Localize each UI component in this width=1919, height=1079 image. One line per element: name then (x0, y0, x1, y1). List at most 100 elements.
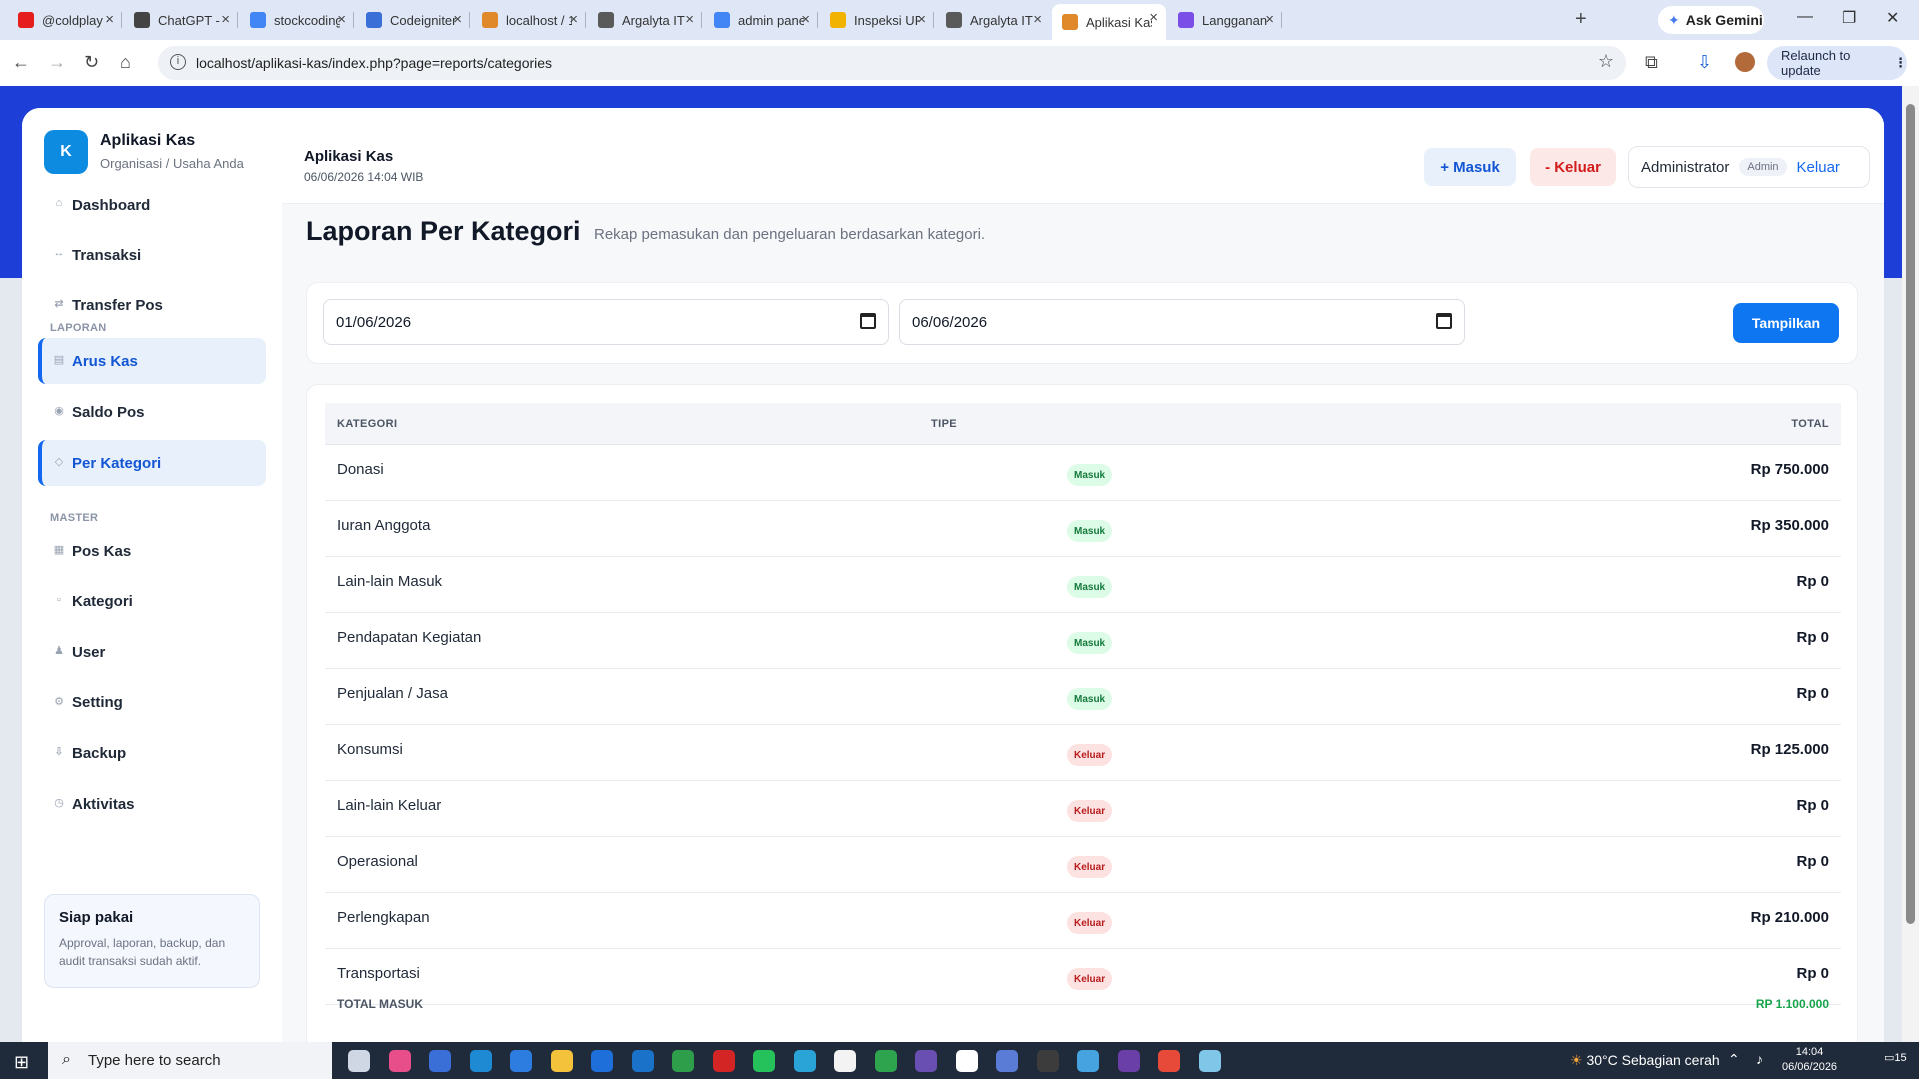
taskbar-app-icon[interactable] (429, 1050, 451, 1072)
relaunch-button[interactable]: Relaunch to update ⋮ (1767, 46, 1907, 80)
sidebar-item-label: Arus Kas (72, 352, 138, 370)
taskbar-app-icon[interactable] (591, 1050, 613, 1072)
taskbar-app-icon[interactable] (1036, 1050, 1059, 1072)
volume-icon[interactable]: ♪ (1756, 1051, 1763, 1067)
close-tab-icon[interactable]: × (221, 11, 230, 28)
sidebar-item-setting[interactable]: ⚙ Setting (38, 680, 266, 726)
taskbar-app-icon[interactable] (348, 1050, 370, 1072)
taskbar-clock[interactable]: 14:04 06/06/2026 (1782, 1045, 1837, 1075)
show-button[interactable]: Tampilkan (1733, 303, 1839, 343)
scrollbar-thumb[interactable] (1906, 104, 1915, 924)
forward-icon[interactable]: → (48, 52, 66, 73)
taskbar-app-icon[interactable] (1158, 1050, 1180, 1072)
sidebar-item-transaksi[interactable]: ↔ Transaksi (38, 232, 266, 278)
browser-tab[interactable]: Argalyta IT M× (936, 6, 1050, 34)
browser-tab[interactable]: ChatGPT - GP× (124, 6, 238, 34)
sidebar-item-backup[interactable]: ⇩ Backup (38, 730, 266, 776)
taskbar-app-icon[interactable] (915, 1050, 937, 1072)
close-tab-icon[interactable]: × (917, 11, 926, 28)
site-info-icon[interactable]: i (170, 54, 186, 70)
taskbar-app-icon[interactable] (631, 1050, 654, 1072)
taskbar-search[interactable]: ⌕ Type here to search (48, 1042, 332, 1079)
date-to-input[interactable]: 06/06/2026 (899, 299, 1465, 345)
browser-tab[interactable]: Aplikasi Kas × (1052, 4, 1166, 40)
address-bar[interactable]: i localhost/aplikasi-kas/index.php?page=… (158, 46, 1626, 80)
back-icon[interactable]: ← (12, 52, 30, 73)
sidebar-item-kategori[interactable]: ▫ Kategori (38, 579, 266, 625)
browser-tab[interactable]: @coldplay - × (8, 6, 122, 34)
browser-tab[interactable]: Argalyta IT M× (588, 6, 702, 34)
minimize-icon[interactable]: — (1797, 8, 1813, 26)
browser-tab[interactable]: Inspeksi URL× (820, 6, 934, 34)
browser-tab[interactable]: Langganan | × (1168, 6, 1282, 34)
close-window-icon[interactable]: ✕ (1886, 8, 1899, 28)
sidebar-item-pos-kas[interactable]: ▦ Pos Kas (38, 528, 266, 574)
close-tab-icon[interactable]: × (801, 11, 810, 28)
browser-tab[interactable]: Codeigniter A× (356, 6, 470, 34)
taskbar-app-icon[interactable] (672, 1050, 694, 1072)
sidebar-item-saldo-pos[interactable]: ◉ Saldo Pos (38, 389, 266, 435)
windows-start-icon[interactable]: ⊞ (14, 1052, 29, 1073)
sidebar-item-arus-kas[interactable]: ▤ Arus Kas (38, 338, 266, 384)
close-tab-icon[interactable]: × (1033, 11, 1042, 28)
taskbar-app-icon[interactable] (793, 1050, 816, 1072)
user-box: Administrator Admin Keluar (1628, 146, 1870, 188)
extensions-icon[interactable]: ⧉ (1645, 52, 1658, 73)
taskbar-app-icon[interactable] (712, 1050, 735, 1072)
calendar-icon[interactable] (860, 313, 876, 329)
tray-chevron-icon[interactable]: ⌃ (1728, 1051, 1740, 1068)
taskbar-app-icon[interactable] (510, 1050, 532, 1072)
sidebar-item-aktivitas[interactable]: ◷ Aktivitas (38, 781, 266, 827)
sidebar: K Aplikasi Kas Organisasi / Usaha Anda ⌂… (22, 108, 282, 1028)
close-tab-icon[interactable]: × (337, 11, 346, 28)
browser-tab[interactable]: stockcodings× (240, 6, 354, 34)
notification-icon[interactable]: ▭15 (1884, 1051, 1907, 1064)
close-tab-icon[interactable]: × (569, 11, 578, 28)
bookmark-star-icon[interactable]: ☆ (1598, 51, 1614, 72)
sidebar-item-label: Kategori (72, 593, 133, 611)
app-name: Aplikasi Kas (100, 132, 196, 149)
browser-tab[interactable]: localhost / 12× (472, 6, 586, 34)
taskbar-app-icon[interactable] (1117, 1050, 1140, 1072)
taskbar-app-icon[interactable] (874, 1050, 897, 1072)
taskbar-app-icon[interactable] (753, 1050, 775, 1072)
tab-separator (469, 12, 470, 28)
restore-icon[interactable]: ❐ (1842, 8, 1856, 28)
taskbar-app-icon[interactable] (996, 1050, 1018, 1072)
taskbar-app-icon[interactable] (1077, 1050, 1099, 1072)
page-scrollbar[interactable] (1902, 86, 1919, 1042)
taskbar-app-icon[interactable] (388, 1050, 411, 1072)
browser-tab[interactable]: admin panel × (704, 6, 818, 34)
sidebar-item-per-kategori[interactable]: ◇ Per Kategori (38, 440, 266, 486)
taskbar-app-icon[interactable] (834, 1050, 856, 1072)
taskbar-app-icon[interactable] (1198, 1050, 1221, 1072)
more-menu-icon[interactable]: ⋮ (1894, 55, 1907, 71)
logout-link[interactable]: Keluar (1797, 159, 1840, 176)
close-tab-icon[interactable]: × (1265, 11, 1274, 28)
date-from-input[interactable]: 01/06/2026 (323, 299, 889, 345)
sidebar-item-dashboard[interactable]: ⌂ Dashboard (38, 182, 266, 228)
tab-label: Codeigniter A (390, 12, 456, 28)
new-tab-button[interactable]: + (1575, 8, 1587, 31)
setting-icon: ⚙ (54, 695, 64, 708)
close-tab-icon[interactable]: × (1149, 9, 1158, 26)
ask-gemini-button[interactable]: ✦ Ask Gemini (1658, 6, 1764, 34)
weather-widget[interactable]: ☀ 30°C Sebagian cerah (1570, 1052, 1720, 1069)
taskbar-app-icon[interactable] (955, 1050, 978, 1072)
notification-count: 15 (1894, 1052, 1907, 1064)
ready-card: Siap pakai Approval, laporan, backup, da… (44, 894, 260, 988)
close-tab-icon[interactable]: × (105, 11, 114, 28)
download-icon[interactable]: ⇩ (1697, 52, 1712, 73)
profile-avatar[interactable] (1735, 52, 1755, 72)
add-expense-button[interactable]: - Keluar (1530, 148, 1616, 186)
home-icon[interactable]: ⌂ (120, 52, 131, 73)
table-row: Lain-lain Masuk Masuk Rp 0 (325, 557, 1841, 613)
taskbar-app-icon[interactable] (550, 1050, 573, 1072)
sidebar-item-user[interactable]: ♟ User (38, 629, 266, 675)
close-tab-icon[interactable]: × (453, 11, 462, 28)
reload-icon[interactable]: ↻ (84, 52, 99, 73)
calendar-icon[interactable] (1436, 313, 1452, 329)
close-tab-icon[interactable]: × (685, 11, 694, 28)
add-income-button[interactable]: + Masuk (1424, 148, 1516, 186)
taskbar-app-icon[interactable] (469, 1050, 492, 1072)
